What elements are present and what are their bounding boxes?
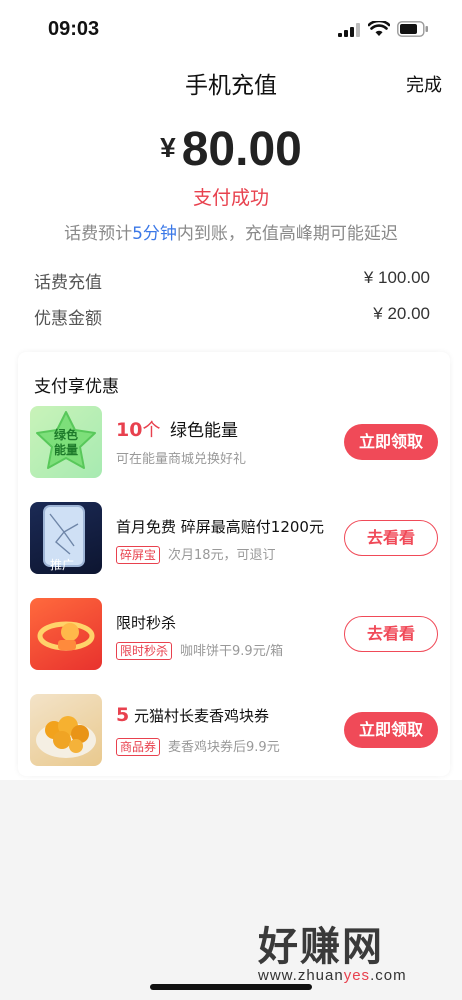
promo-item-chicken-coupon: 5 元猫村长麦香鸡块券 商品券 麦香鸡块券后9.9元 立即领取: [18, 694, 450, 774]
promo-tag: 限时秒杀: [116, 642, 173, 660]
watermark-url-part: .com: [370, 967, 407, 984]
cellular-signal-icon: [338, 23, 360, 37]
claim-now-button[interactable]: 立即领取: [344, 424, 438, 460]
watermark-url: www.zhuanyes.com: [258, 967, 407, 984]
battery-icon: [397, 21, 428, 37]
payment-status: 支付成功: [192, 187, 269, 209]
promo-subtitle: 可在能量商城兑换好礼: [116, 452, 247, 467]
detail-row-discount: 优惠金额 ¥ 20.00: [34, 304, 430, 330]
arrival-suffix: 内到账，充值高峰期可能延迟: [176, 224, 398, 244]
coupon-ring-icon: [37, 621, 95, 651]
home-indicator[interactable]: [150, 984, 312, 990]
promo-tag: 碎屏宝: [116, 546, 161, 564]
promo-tag: 商品券: [116, 738, 161, 756]
green-energy-thumb: 绿色 能量: [30, 406, 102, 478]
watermark-url-part: yes: [343, 967, 371, 984]
claim-now-button[interactable]: 立即领取: [344, 712, 438, 748]
promo-title: 10个 绿色能量: [116, 416, 238, 442]
chicken-nuggets-thumb: [30, 694, 102, 766]
promo-subtitle: 咖啡饼干9.9元/箱: [180, 644, 284, 659]
detail-value: ¥ 20.00: [373, 304, 430, 323]
thumb-label: 绿色: [53, 428, 78, 442]
promo-subtitle: 麦香鸡块券后9.9元: [168, 740, 280, 755]
ad-badge: 推广: [50, 558, 75, 572]
payment-amount: ¥80.00: [0, 122, 462, 177]
promo-name: 绿色能量: [170, 421, 238, 441]
promo-card-title: 支付享优惠: [34, 377, 119, 397]
amount-value: 80.00: [181, 123, 302, 176]
detail-value: ¥ 100.00: [363, 268, 430, 287]
promo-item-screen-insurance: 推广 首月免费 碎屏最高赔付1200元 碎屏宝 次月18元，可退订 去看看: [18, 502, 450, 582]
thumb-label: 能量: [53, 443, 78, 457]
flash-sale-thumb: [30, 598, 102, 670]
arrival-prefix: 话费预计: [64, 224, 133, 244]
page-title: 手机充值: [185, 73, 277, 99]
watermark-url-part: www.zhuan: [258, 967, 344, 984]
detail-label: 优惠金额: [34, 309, 102, 329]
arrival-time: 5分钟: [132, 224, 177, 244]
promo-count: 5: [116, 704, 130, 726]
promo-count: 10: [116, 419, 143, 441]
currency-symbol: ¥: [160, 132, 176, 163]
promo-title: 首月免费 碎屏最高赔付1200元: [116, 518, 324, 536]
status-bar: 09:03: [0, 0, 462, 60]
arrival-note: 话费预计5分钟内到账，充值高峰期可能延迟: [0, 219, 462, 244]
view-button[interactable]: 去看看: [344, 520, 438, 556]
promo-item-flash-sale: 限时秒杀 限时秒杀 咖啡饼干9.9元/箱 去看看: [18, 598, 450, 678]
promo-unit: 个: [142, 420, 161, 441]
status-time: 09:03: [48, 18, 100, 40]
detail-row-recharge: 话费充值 ¥ 100.00: [34, 268, 430, 294]
promo-title: 限时秒杀: [116, 614, 177, 632]
done-button[interactable]: 完成: [406, 71, 442, 97]
promo-subtitle: 次月18元，可退订: [168, 548, 276, 563]
promo-subtitle-row: 碎屏宝 次月18元，可退订: [116, 544, 276, 564]
promo-subtitle-row: 商品券 麦香鸡块券后9.9元: [116, 736, 280, 756]
nuggets-bowl-icon: [36, 716, 96, 758]
detail-label: 话费充值: [34, 273, 102, 293]
promo-item-green-energy: 绿色 能量 10个 绿色能量 可在能量商城兑换好礼 立即领取: [18, 406, 450, 486]
wifi-icon: [368, 21, 390, 36]
view-button[interactable]: 去看看: [344, 616, 438, 652]
promo-subtitle-row: 限时秒杀 咖啡饼干9.9元/箱: [116, 640, 283, 660]
promo-name: 元猫村长麦香鸡块券: [134, 707, 270, 725]
screen-insurance-thumb: 推广: [30, 502, 102, 574]
watermark-logo: 好赚网: [258, 924, 384, 970]
promo-title: 5 元猫村长麦香鸡块券: [116, 704, 269, 726]
promo-card: 支付享优惠 绿色 能量 10个 绿色能量 可在能量商城兑换好礼 立即领取 推广 …: [18, 352, 450, 776]
